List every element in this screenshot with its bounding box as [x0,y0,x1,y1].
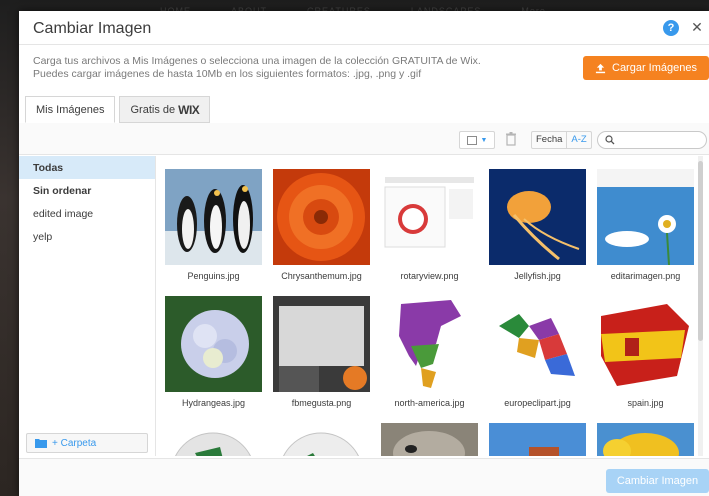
image-filename: Chrysanthemum.jpg [281,271,362,281]
image-thumbnail [273,423,370,456]
image-tile[interactable] [165,423,262,456]
image-tile[interactable]: europeclipart.jpg [489,296,586,408]
sidebar-item-all[interactable]: Todas [19,156,155,179]
image-tile[interactable] [273,423,370,456]
media-toolbar: ▼ Fecha A-Z [19,123,709,155]
image-thumbnail [489,169,586,265]
image-thumbnail [489,423,586,456]
folder-sidebar: Todas Sin ordenar edited image yelp [19,156,156,456]
sidebar-item-edited-image[interactable]: edited image [19,202,155,225]
image-filename: europeclipart.jpg [504,398,571,408]
sidebar-item-unsorted[interactable]: Sin ordenar [19,179,155,202]
image-tile[interactable]: north-america.jpg [381,296,478,408]
image-filename: fbmegusta.png [291,398,352,408]
image-tile[interactable]: Chrysanthemum.jpg [273,169,370,281]
image-thumbnail [597,296,694,392]
search-input[interactable] [597,131,707,149]
dialog-header: Cambiar Imagen ? ✕ [19,11,709,45]
image-filename: Jellyfish.jpg [514,271,561,281]
image-thumbnail [381,169,478,265]
sort-alphabetical-button[interactable]: A-Z [567,132,590,148]
dialog-title: Cambiar Imagen [33,20,152,37]
folder-icon [35,439,47,448]
image-tile[interactable]: rotaryview.png [381,169,478,281]
image-thumbnail [165,296,262,392]
tab-my-images-label: Mis Imágenes [36,103,105,116]
image-filename: spain.jpg [627,398,664,408]
trash-icon[interactable] [505,132,517,146]
grid-view-icon [466,135,477,145]
image-thumbnail [165,169,262,265]
image-tile[interactable] [597,423,694,456]
image-thumbnail [273,296,370,392]
change-image-button[interactable]: Cambiar Imagen [606,469,709,493]
question-circle-icon[interactable]: ? [663,20,679,36]
image-grid: Penguins.jpg Chrysanthemum.jpg rotaryvie… [165,169,694,456]
upload-icon [595,63,606,73]
close-icon[interactable]: ✕ [689,18,705,36]
view-mode-button[interactable]: ▼ [459,131,495,149]
sidebar-item-yelp[interactable]: yelp [19,225,155,248]
search-icon [605,135,615,145]
tab-bar: Mis Imágenes Gratis de WIX [25,96,214,123]
image-filename: Hydrangeas.jpg [181,398,246,408]
sort-toggle: Fecha A-Z [531,131,592,149]
dialog-footer: Cambiar Imagen [19,458,709,496]
image-tile[interactable]: Jellyfish.jpg [489,169,586,281]
image-thumbnail [597,169,694,265]
image-tile[interactable] [381,423,478,456]
grid-scrollbar-thumb[interactable] [698,161,703,341]
upload-images-button[interactable]: Cargar Imágenes [583,56,709,80]
change-image-dialog: Cambiar Imagen ? ✕ Carga tus archivos a … [19,11,709,496]
image-thumbnail [489,296,586,392]
image-tile[interactable] [489,423,586,456]
dialog-intro: Carga tus archivos a Mis Imágenes o sele… [33,55,533,81]
image-filename: Penguins.jpg [187,271,240,281]
image-filename: rotaryview.png [400,271,459,281]
image-filename: editarimagen.png [610,271,681,281]
image-thumbnail [273,169,370,265]
intro-line-1: Carga tus archivos a Mis Imágenes o sele… [33,55,481,67]
image-tile[interactable]: Penguins.jpg [165,169,262,281]
image-tile[interactable]: spain.jpg [597,296,694,408]
image-grid-viewport: Penguins.jpg Chrysanthemum.jpg rotaryvie… [157,156,702,456]
sort-by-date-button[interactable]: Fecha [532,132,568,148]
wix-logo: WIX [178,102,200,117]
image-filename: north-america.jpg [394,398,465,408]
image-tile[interactable]: editarimagen.png [597,169,694,281]
upload-images-label: Cargar Imágenes [612,62,697,74]
image-thumbnail [381,423,478,456]
image-tile[interactable]: fbmegusta.png [273,296,370,408]
image-tile[interactable]: Hydrangeas.jpg [165,296,262,408]
chevron-down-icon: ▼ [480,136,488,144]
image-thumbnail [165,423,262,456]
intro-line-2: Puedes cargar imágenes de hasta 10Mb en … [33,68,422,80]
add-folder-button[interactable]: + Carpeta [26,433,148,453]
tab-free-wix-label: Gratis de [130,103,176,116]
image-thumbnail [381,296,478,392]
tab-my-images[interactable]: Mis Imágenes [25,96,116,123]
add-folder-label: + Carpeta [52,437,97,449]
image-thumbnail [597,423,694,456]
tab-free-wix[interactable]: Gratis de WIX [119,96,211,123]
